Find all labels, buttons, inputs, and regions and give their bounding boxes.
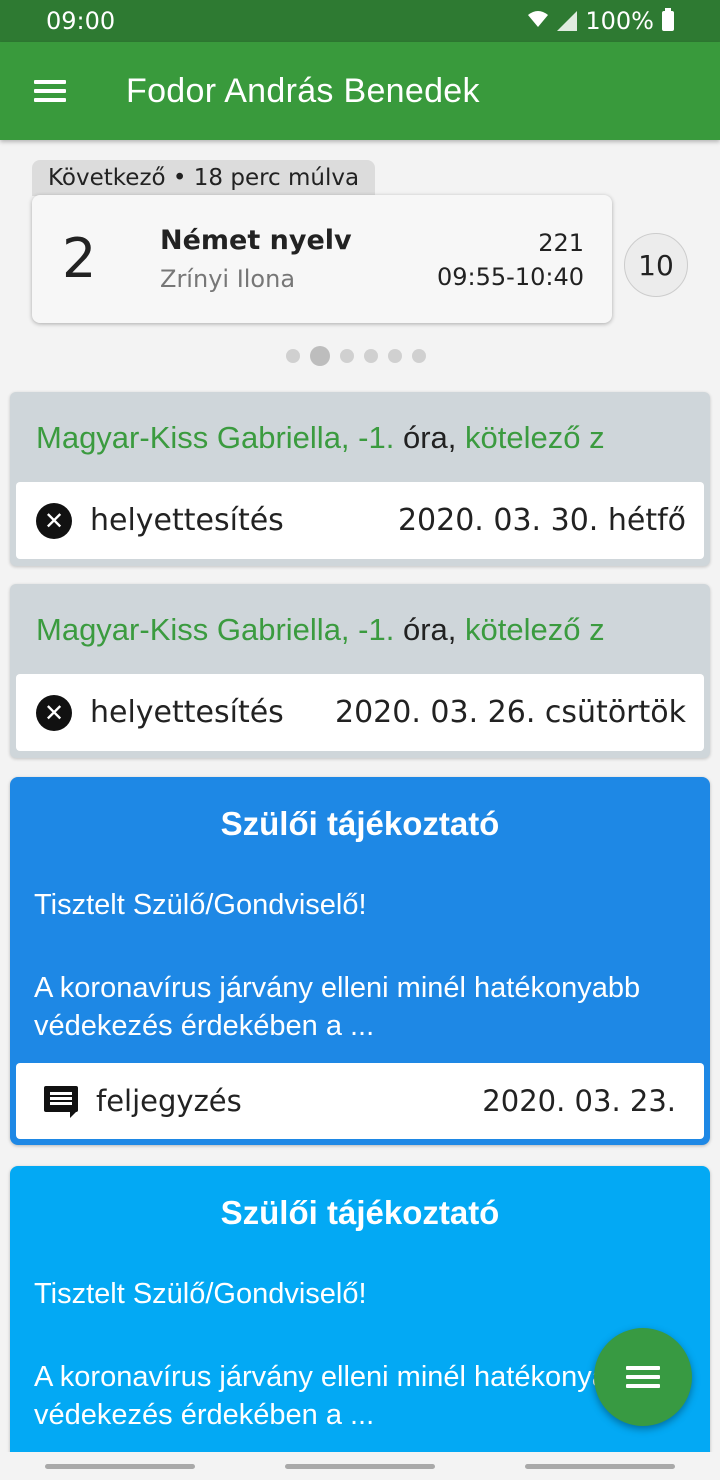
nav-home-button[interactable] — [285, 1463, 435, 1469]
app-bar: Fodor András Benedek — [0, 42, 720, 140]
notice-type: feljegyzés — [96, 1084, 242, 1118]
notice-title: Szülői tájékoztató — [220, 805, 500, 842]
battery-icon — [662, 8, 674, 31]
lesson-number: 2 — [62, 227, 97, 290]
next-lesson-card[interactable]: 2 Német nyelv Zrínyi Ilona 221 09:55-10:… — [32, 195, 612, 323]
substitution-card[interactable]: Magyar-Kiss Gabriella, -1. óra, kötelező… — [10, 392, 710, 566]
menu-button[interactable] — [0, 42, 100, 140]
pager-dot[interactable] — [364, 349, 378, 363]
nav-recent-button[interactable] — [45, 1463, 195, 1469]
substitution-lesson-word: óra, — [402, 420, 457, 455]
pager-dots — [0, 346, 720, 366]
lesson-room: 221 — [538, 229, 584, 257]
status-icons: 100% — [527, 7, 674, 35]
lesson-subject: Német nyelv — [160, 225, 352, 256]
notice-card[interactable]: Szülői tájékoztató Tisztelt Szülő/Gondvi… — [10, 1166, 710, 1456]
substitution-title: Magyar-Kiss Gabriella, -1. óra, kötelező… — [36, 420, 605, 456]
pager-dot[interactable] — [340, 349, 354, 363]
wifi-icon — [527, 10, 549, 33]
notice-footer: feljegyzés 2020. 03. 23. — [16, 1063, 704, 1139]
floating-menu-button[interactable] — [594, 1328, 692, 1426]
substitution-label: helyettesítés — [90, 695, 284, 730]
substitution-card[interactable]: Magyar-Kiss Gabriella, -1. óra, kötelező… — [10, 584, 710, 758]
lesson-time: 09:55-10:40 — [437, 263, 584, 291]
comment-note-icon — [44, 1086, 78, 1118]
substitution-date: 2020. 03. 26. csütörtök — [335, 695, 686, 730]
substitution-title: Magyar-Kiss Gabriella, -1. óra, kötelező… — [36, 612, 605, 648]
battery-level: 100% — [585, 7, 654, 35]
substitution-kind: kötelező z — [465, 420, 605, 455]
substitution-label: helyettesítés — [90, 503, 284, 538]
notice-greeting: Tisztelt Szülő/Gondviselő! — [34, 1278, 367, 1310]
cancel-circle-icon: ✕ — [36, 502, 72, 539]
notice-body: A koronavírus járvány elleni minél haték… — [34, 972, 641, 1042]
nav-back-button[interactable] — [525, 1463, 675, 1469]
notice-title: Szülői tájékoztató — [220, 1194, 500, 1231]
pager-dot-active[interactable] — [310, 346, 330, 366]
substitution-kind: kötelező z — [465, 612, 605, 647]
notice-card[interactable]: Szülői tájékoztató Tisztelt Szülő/Gondvi… — [10, 777, 710, 1145]
hamburger-menu-icon — [626, 1366, 660, 1388]
hamburger-menu-icon — [34, 80, 66, 102]
next-lesson-tag: Következő • 18 perc múlva — [32, 160, 376, 196]
status-bar: 09:00 100% — [0, 0, 720, 42]
substitution-detail: ✕ helyettesítés 2020. 03. 30. hétfő — [16, 482, 704, 559]
substitution-lesson-word: óra, — [402, 612, 457, 647]
substitution-teacher: Magyar-Kiss Gabriella, — [36, 420, 350, 455]
next-lesson-counter[interactable]: 10 — [624, 233, 688, 297]
page-title: Fodor András Benedek — [126, 71, 480, 110]
pager-dot[interactable] — [286, 349, 300, 363]
substitution-lesson-number: -1. — [358, 612, 395, 647]
substitution-lesson-number: -1. — [358, 420, 395, 455]
notice-date: 2020. 03. 23. — [482, 1084, 676, 1118]
system-navigation-bar — [0, 1452, 720, 1480]
substitution-detail: ✕ helyettesítés 2020. 03. 26. csütörtök — [16, 674, 704, 751]
status-time: 09:00 — [46, 7, 116, 35]
pager-dot[interactable] — [388, 349, 402, 363]
cancel-circle-icon: ✕ — [36, 694, 72, 731]
notice-greeting: Tisztelt Szülő/Gondviselő! — [34, 889, 367, 921]
lesson-teacher: Zrínyi Ilona — [160, 265, 296, 293]
substitution-date: 2020. 03. 30. hétfő — [397, 503, 686, 538]
pager-dot[interactable] — [412, 349, 426, 363]
cell-signal-icon — [557, 11, 578, 31]
substitution-teacher: Magyar-Kiss Gabriella, — [36, 612, 350, 647]
